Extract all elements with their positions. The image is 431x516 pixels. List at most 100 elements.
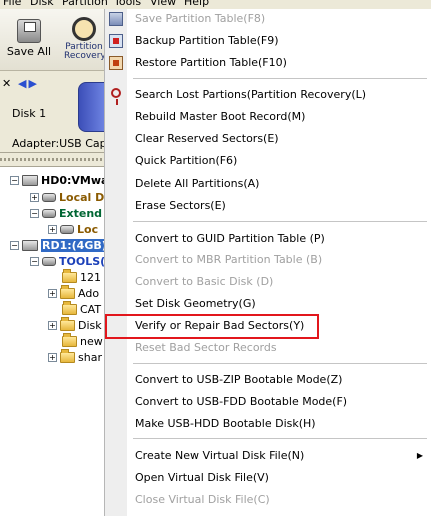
tree-node-label: Extend (59, 206, 103, 220)
menu-item-clear-reserved-sectors[interactable]: Clear Reserved Sectors(E) (135, 130, 425, 148)
folder-icon (60, 316, 75, 331)
expand-icon[interactable]: + (30, 192, 39, 202)
menu-item-open-virtual-disk[interactable]: Open Virtual Disk File(V) (135, 469, 425, 487)
tree-node-label: Ado (78, 286, 100, 300)
expand-icon[interactable]: + (48, 320, 57, 330)
save-all-label: Save All (6, 45, 52, 58)
save-all-button[interactable]: Save All (6, 13, 52, 57)
menu-separator (133, 78, 427, 79)
usb-disk-icon (22, 239, 38, 251)
search-icon (111, 88, 121, 105)
folder-icon (60, 284, 75, 299)
tree-node-folder[interactable]: + Ado (48, 284, 100, 301)
tree-node-label: new (80, 334, 103, 348)
menu-item-backup-partition-table[interactable]: Backup Partition Table(F9) (135, 32, 425, 50)
menu-item-quick-partition[interactable]: Quick Partition(F6) (135, 152, 425, 170)
partition-icon (42, 256, 56, 266)
toolbar: Save All Partition Recovery (0, 9, 106, 71)
highlight-box (105, 314, 319, 339)
folder-icon (60, 348, 75, 363)
partition-icon (60, 224, 74, 234)
restore-partition-table-icon (109, 56, 123, 70)
tree-node-logical[interactable]: + Loc (48, 221, 98, 237)
magnifier-icon (72, 17, 96, 41)
collapse-icon[interactable]: − (30, 256, 39, 266)
menu-view[interactable]: View (150, 0, 176, 8)
tree-node-tools[interactable]: − TOOLS( (30, 253, 104, 269)
menu-item-erase-sectors[interactable]: Erase Sectors(E) (135, 197, 425, 215)
collapse-icon[interactable]: − (10, 240, 19, 250)
menu-file[interactable]: File (3, 0, 21, 8)
tree-node-folder[interactable]: new (62, 332, 103, 349)
menu-help[interactable]: Help (184, 0, 209, 8)
tree-node-folder[interactable]: + Disk (48, 316, 102, 333)
menu-icon-strip (105, 9, 127, 516)
menu-item-restore-partition-table[interactable]: Restore Partition Table(F10) (135, 54, 425, 72)
arrow-left-icon[interactable]: ◀ (18, 77, 28, 90)
menu-item-delete-all-partitions[interactable]: Delete All Partitions(A) (135, 175, 425, 193)
menu-item-close-virtual-disk[interactable]: Close Virtual Disk File(C) (135, 491, 425, 509)
tree-node-label: 121 (80, 270, 101, 284)
tree-node-extended[interactable]: − Extend (30, 205, 102, 221)
menu-item-usb-zip-mode[interactable]: Convert to USB-ZIP Bootable Mode(Z) (135, 371, 425, 389)
tree-node-folder[interactable]: 121 (62, 268, 101, 285)
tree-node-label: Loc (77, 222, 99, 236)
adapter-info: Adapter:USB Capa (12, 137, 114, 150)
menu-item-convert-to-gpt[interactable]: Convert to GUID Partition Table (P) (135, 230, 425, 248)
tree-node-label: TOOLS( (59, 254, 104, 268)
disk-tree: − HD0:VMwa + Local D − Extend + Loc − RD… (0, 167, 104, 516)
save-all-icon (17, 19, 41, 43)
menu-item-rebuild-mbr[interactable]: Rebuild Master Boot Record(M) (135, 108, 425, 126)
menu-item-label: Create New Virtual Disk File(N) (135, 449, 305, 462)
hard-disk-icon (22, 174, 38, 186)
menu-separator (133, 363, 427, 364)
arrow-right-icon[interactable]: ▶ (28, 77, 38, 90)
collapse-icon[interactable]: − (30, 208, 39, 218)
partition-icon (42, 208, 56, 218)
close-icon[interactable]: ✕ (2, 77, 11, 90)
tree-node-label: Local D (59, 190, 104, 204)
tree-node-label: shar (78, 350, 102, 364)
menu-item-search-lost-partitions[interactable]: Search Lost Partions(Partition Recovery(… (135, 86, 425, 104)
menu-disk[interactable]: Disk (30, 0, 54, 8)
tree-node-folder[interactable]: CAT (62, 300, 102, 317)
tree-node-rd1[interactable]: − RD1:(4GB) (10, 237, 104, 253)
tree-node-hd0[interactable]: − HD0:VMwa (10, 172, 104, 188)
expand-icon[interactable]: + (48, 288, 57, 298)
menu-tools[interactable]: Tools (114, 0, 141, 8)
menu-separator (133, 438, 427, 439)
menu-item-make-usb-hdd-bootable[interactable]: Make USB-HDD Bootable Disk(H) (135, 415, 425, 433)
tree-node-label: Disk (78, 318, 102, 332)
partition-icon (42, 192, 56, 202)
menu-item-save-partition-table[interactable]: Save Partition Table(F8) (135, 10, 425, 28)
partition-recovery-label: Partition Recovery (64, 42, 106, 61)
menu-item-set-disk-geometry[interactable]: Set Disk Geometry(G) (135, 295, 425, 313)
disk-label: Disk 1 (12, 107, 47, 120)
menu-item-reset-bad-sector-records[interactable]: Reset Bad Sector Records (135, 339, 425, 357)
expand-icon[interactable]: + (48, 224, 57, 234)
menu-item-convert-to-basic-disk[interactable]: Convert to Basic Disk (D) (135, 273, 425, 291)
menu-item-convert-to-mbr[interactable]: Convert to MBR Partition Table (B) (135, 251, 425, 269)
tree-node-label: HD0:VMwa (41, 173, 104, 187)
folder-icon (62, 268, 77, 283)
folder-icon (62, 332, 77, 347)
disk-context-menu: Save Partition Table(F8) Backup Partitio… (104, 9, 431, 516)
folder-icon (62, 300, 77, 315)
menu-item-create-virtual-disk[interactable]: Create New Virtual Disk File(N) ▶ (135, 447, 425, 465)
backup-partition-table-icon (109, 34, 123, 48)
tree-node-label: CAT (80, 302, 102, 316)
pane-splitter[interactable] (0, 153, 104, 167)
tree-node-folder[interactable]: + shar (48, 348, 102, 365)
submenu-arrow-icon: ▶ (416, 451, 423, 460)
partition-recovery-button[interactable]: Partition Recovery (64, 13, 106, 61)
tree-node-label: RD1:(4GB) (41, 238, 104, 252)
expand-icon[interactable]: + (48, 352, 57, 362)
menu-item-usb-fdd-mode[interactable]: Convert to USB-FDD Bootable Mode(F) (135, 393, 425, 411)
menu-separator (133, 221, 427, 222)
collapse-icon[interactable]: − (10, 175, 19, 185)
nav-arrows[interactable]: ◀▶ (18, 77, 39, 90)
disk-panel: ✕ ◀▶ Disk 1 Adapter:USB Capa (0, 71, 113, 153)
save-partition-table-icon (109, 12, 123, 26)
tree-node-local-disk[interactable]: + Local D (30, 189, 104, 205)
menu-partition[interactable]: Partition (62, 0, 108, 8)
